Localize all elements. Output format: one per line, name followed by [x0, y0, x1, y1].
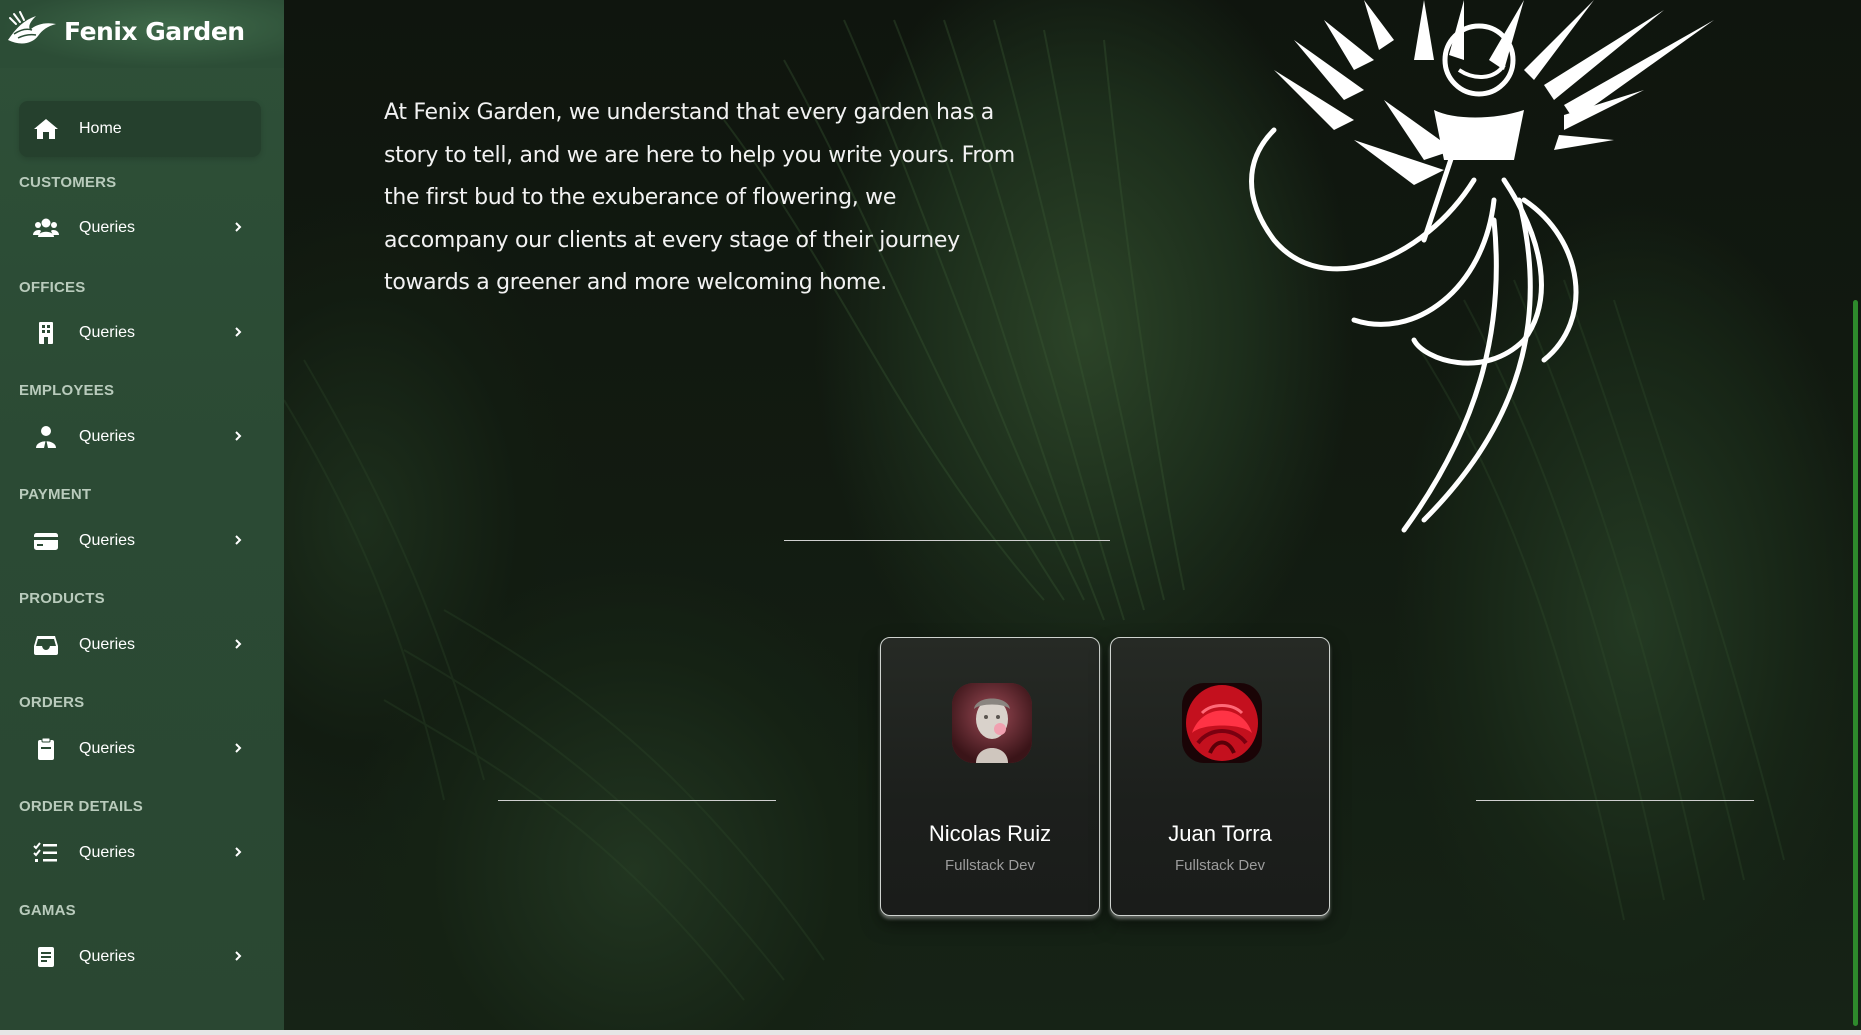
- app-root: Fenix Garden Home CUSTOMERS Queries OFFI…: [0, 0, 1861, 1035]
- team-member-name: Nicolas Ruiz: [928, 821, 1052, 846]
- chevron-right-icon: [235, 222, 242, 232]
- red-mask-avatar: [1182, 683, 1262, 763]
- sidebar-item-label: Queries: [79, 740, 136, 757]
- sidebar-item-order-details-queries[interactable]: Queries: [19, 831, 261, 875]
- sidebar-item-label: Queries: [79, 219, 136, 236]
- brand-name: Fenix Garden: [64, 17, 245, 46]
- section-title-payment: PAYMENT: [19, 486, 92, 503]
- section-title-orders: ORDERS: [19, 694, 85, 711]
- clipboard-icon: [38, 737, 54, 760]
- sidebar-item-label: Queries: [79, 324, 136, 341]
- sidebar-item-payment-queries[interactable]: Queries: [19, 519, 261, 563]
- statue-avatar: [952, 683, 1032, 763]
- chevron-right-icon: [235, 743, 242, 753]
- sidebar-item-label: Queries: [79, 428, 136, 445]
- divider-line: [498, 800, 776, 801]
- credit-card-icon: [34, 533, 58, 550]
- user-icon: [36, 426, 56, 448]
- sidebar-item-customers-queries[interactable]: Queries: [19, 206, 261, 250]
- section-title-order-details: ORDER DETAILS: [19, 798, 143, 815]
- about-paragraph: At Fenix Garden, we understand that ever…: [384, 100, 1015, 295]
- main-content: At Fenix Garden, we understand that ever…: [284, 0, 1861, 1030]
- chevron-right-icon: [235, 327, 242, 337]
- section-title-offices: OFFICES: [19, 279, 86, 296]
- list-check-icon: [33, 842, 57, 862]
- sidebar-item-orders-queries[interactable]: Queries: [19, 727, 261, 771]
- section-title-gamas: GAMAS: [19, 902, 76, 919]
- sidebar: Fenix Garden Home CUSTOMERS Queries OFFI…: [0, 0, 284, 1030]
- building-icon: [39, 322, 53, 344]
- chevron-right-icon: [235, 847, 242, 857]
- team-card[interactable]: Nicolas Ruiz Fullstack Dev: [880, 637, 1100, 916]
- file-list-icon: [38, 947, 54, 967]
- home-icon: [34, 119, 58, 139]
- phoenix-logo-icon: [8, 11, 56, 44]
- sidebar-item-gamas-queries[interactable]: Queries: [19, 935, 261, 979]
- sidebar-item-label: Queries: [79, 948, 136, 965]
- team-member-role: Fullstack Dev: [944, 857, 1036, 874]
- chevron-right-icon: [235, 535, 242, 545]
- section-title-customers: CUSTOMERS: [19, 174, 117, 191]
- divider-line: [1476, 800, 1754, 801]
- team-member-role: Fullstack Dev: [1174, 857, 1266, 874]
- section-title-products: PRODUCTS: [19, 590, 105, 607]
- sidebar-item-label: Queries: [79, 532, 136, 549]
- sidebar-item-label: Queries: [79, 844, 136, 861]
- sidebar-item-label: Queries: [79, 636, 136, 653]
- team-card[interactable]: Juan Torra Fullstack Dev: [1110, 637, 1330, 916]
- team-member-name: Juan Torra: [1168, 821, 1272, 846]
- sidebar-item-offices-queries[interactable]: Queries: [19, 311, 261, 355]
- sidebar-item-home-label: Home: [79, 120, 122, 137]
- inbox-icon: [34, 636, 58, 655]
- sidebar-item-home[interactable]: Home: [19, 101, 261, 157]
- sidebar-item-products-queries[interactable]: Queries: [19, 623, 261, 667]
- section-title-employees: EMPLOYEES: [19, 382, 115, 399]
- phoenix-emblem-icon: [1249, 0, 1714, 533]
- chevron-right-icon: [235, 639, 242, 649]
- vertical-scrollbar[interactable]: [1849, 0, 1861, 1030]
- chevron-right-icon: [235, 431, 242, 441]
- users-icon: [33, 218, 59, 237]
- window-bottom-edge: [0, 1030, 1861, 1035]
- scrollbar-thumb[interactable]: [1853, 300, 1858, 1026]
- sidebar-item-employees-queries[interactable]: Queries: [19, 415, 261, 459]
- chevron-right-icon: [235, 951, 242, 961]
- divider-line: [784, 540, 1110, 541]
- brand-header[interactable]: Fenix Garden: [0, 0, 284, 68]
